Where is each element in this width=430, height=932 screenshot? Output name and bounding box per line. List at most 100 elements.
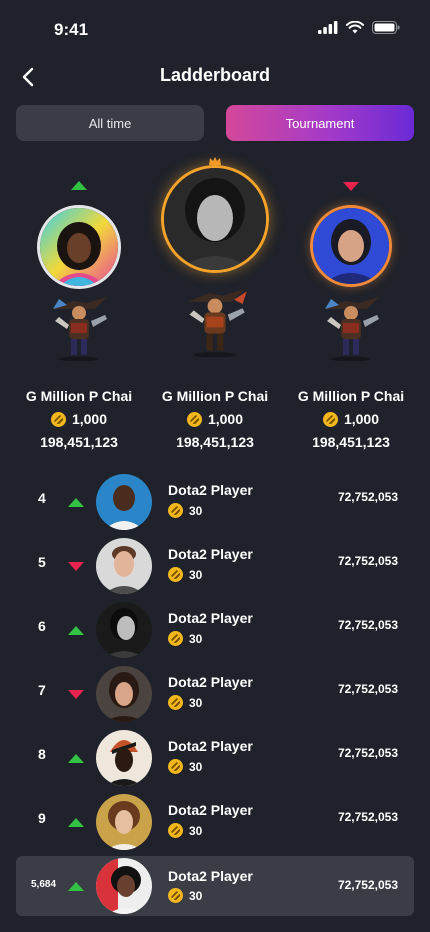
rank-down-icon	[68, 562, 84, 571]
player-score: 198,451,123	[40, 434, 118, 450]
tab-bar: All time Tournament	[16, 105, 414, 141]
points-value: 30	[189, 759, 203, 774]
coin-icon	[50, 411, 66, 427]
leaderboard-list: 4 Dota2 Player 30 72,752,053 5 Dota2 Pla…	[16, 470, 414, 916]
points-value: 30	[189, 888, 203, 903]
points-value: 30	[189, 503, 203, 518]
player-name: Dota2 Player	[168, 482, 253, 498]
avatar	[37, 205, 121, 289]
rank-number: 5	[38, 554, 46, 570]
player-score: 72,752,053	[337, 682, 398, 696]
player-coins: 1,000	[9, 411, 149, 427]
coin-amount: 1,000	[71, 411, 108, 427]
tab-all-time[interactable]: All time	[16, 105, 204, 141]
player-name: G Million P Chai	[161, 388, 269, 404]
rank-down-icon	[343, 182, 359, 191]
rank-number: 7	[38, 682, 46, 698]
avatar	[96, 474, 152, 530]
player-score: 72,752,053	[337, 810, 398, 824]
avatar	[96, 666, 152, 722]
coin-icon	[186, 411, 202, 427]
avatar	[96, 538, 152, 594]
avatar	[96, 730, 152, 786]
avatar	[161, 165, 269, 273]
rank-up-icon	[68, 882, 84, 891]
player-points: 30	[168, 695, 202, 710]
rank-up-icon	[71, 181, 87, 190]
player-score: 72,752,053	[337, 554, 398, 568]
hero-figure-icon	[187, 289, 247, 357]
rank-up-icon	[68, 626, 84, 635]
list-item[interactable]: 8 Dota2 Player 30 72,752,053	[16, 726, 414, 790]
status-icons	[318, 21, 400, 34]
wifi-icon	[346, 21, 364, 34]
player-name: G Million P Chai	[297, 388, 405, 404]
coin-icon	[168, 759, 183, 774]
player-score: 198,451,123	[312, 434, 390, 450]
rank-number: 4	[38, 490, 46, 506]
avatar	[96, 858, 152, 914]
player-points: 30	[168, 888, 202, 903]
nav-bar: Ladderboard	[0, 60, 430, 94]
rank-up-icon	[68, 818, 84, 827]
player-points: 30	[168, 631, 202, 646]
points-value: 30	[189, 567, 203, 582]
player-coins: 1,000	[145, 411, 285, 427]
coin-icon	[168, 888, 183, 903]
coin-icon	[168, 503, 183, 518]
avatar	[96, 794, 152, 850]
coin-amount: 1,000	[343, 411, 380, 427]
podium-player-left[interactable]: G Million P Chai 1,000 198,451,123	[9, 150, 149, 460]
coin-icon	[322, 411, 338, 427]
player-score: 198,451,123	[176, 434, 254, 450]
podium-player-right[interactable]: G Million P Chai 1,000 198,451,123	[281, 150, 421, 460]
list-item[interactable]: 6 Dota2 Player 30 72,752,053	[16, 598, 414, 662]
list-item[interactable]: 9 Dota2 Player 30 72,752,053	[16, 790, 414, 854]
avatar	[310, 205, 392, 287]
current-user-row[interactable]: 5,684 Dota2 Player 30 72,752,053	[16, 856, 414, 916]
player-points: 30	[168, 823, 202, 838]
podium-player-center[interactable]: G Million P Chai 1,000 198,451,123	[145, 150, 285, 460]
tab-tournament[interactable]: Tournament	[226, 105, 414, 141]
hero-figure-icon	[325, 297, 379, 361]
status-time: 9:41	[54, 20, 89, 39]
avatar	[96, 602, 152, 658]
signal-icon	[318, 21, 338, 34]
player-name: G Million P Chai	[25, 388, 133, 404]
rank-number: 6	[38, 618, 46, 634]
coin-icon	[168, 695, 183, 710]
coin-amount: 1,000	[207, 411, 244, 427]
coin-icon	[168, 567, 183, 582]
rank-number: 9	[38, 810, 46, 826]
player-name: Dota2 Player	[168, 674, 253, 690]
player-name: Dota2 Player	[168, 610, 253, 626]
rank-down-icon	[68, 690, 84, 699]
player-score: 72,752,053	[337, 490, 398, 504]
list-item[interactable]: 4 Dota2 Player 30 72,752,053	[16, 470, 414, 534]
rank-up-icon	[68, 498, 84, 507]
player-name: Dota2 Player	[168, 738, 253, 754]
player-coins: 1,000	[281, 411, 421, 427]
podium: G Million P Chai 1,000 198,451,123 G Mil…	[0, 150, 430, 460]
list-item[interactable]: 5 Dota2 Player 30 72,752,053	[16, 534, 414, 598]
player-name: Dota2 Player	[168, 546, 253, 562]
hero-figure-icon	[53, 297, 107, 361]
points-value: 30	[189, 631, 203, 646]
coin-icon	[168, 631, 183, 646]
player-score: 72,752,053	[337, 746, 398, 760]
player-name: Dota2 Player	[168, 802, 253, 818]
player-points: 30	[168, 567, 202, 582]
status-bar: 9:41	[0, 0, 430, 58]
points-value: 30	[189, 823, 203, 838]
list-item[interactable]: 7 Dota2 Player 30 72,752,053	[16, 662, 414, 726]
rank-number: 8	[38, 746, 46, 762]
battery-icon	[372, 21, 400, 34]
player-score: 72,752,053	[337, 618, 398, 632]
player-points: 30	[168, 503, 202, 518]
player-name: Dota2 Player	[168, 868, 253, 884]
rank-up-icon	[68, 754, 84, 763]
coin-icon	[168, 823, 183, 838]
player-score: 72,752,053	[337, 878, 398, 892]
page-title: Ladderboard	[159, 65, 270, 85]
points-value: 30	[189, 695, 203, 710]
